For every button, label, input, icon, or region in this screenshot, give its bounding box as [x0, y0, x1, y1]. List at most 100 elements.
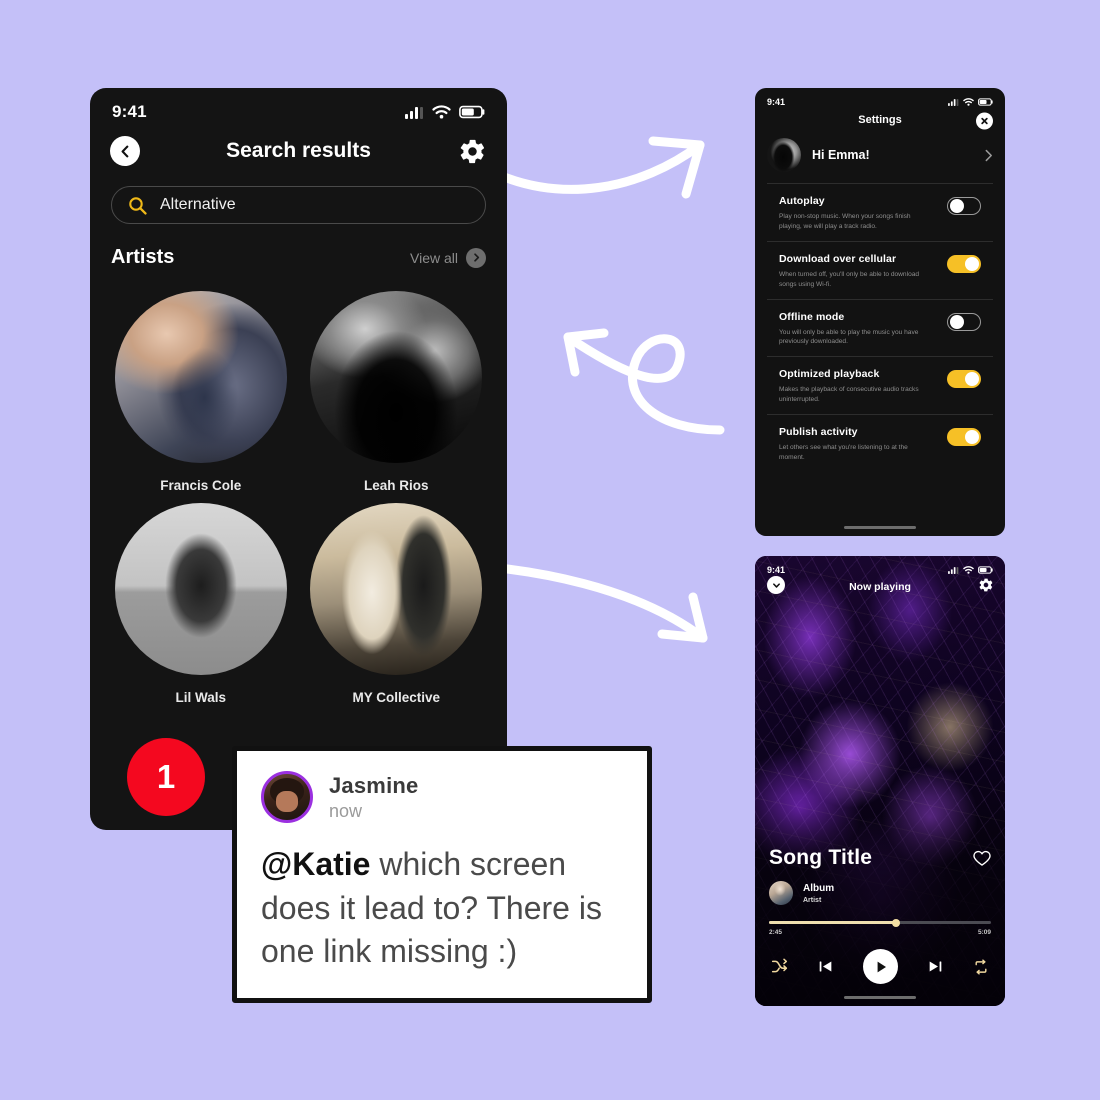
player-title: Now playing: [849, 581, 911, 593]
artist-name: Artist: [803, 896, 822, 904]
artist-card[interactable]: Francis Cole: [103, 291, 299, 493]
nav-bar: Search results: [90, 126, 507, 172]
comment-timestamp: now: [329, 800, 363, 821]
skip-previous-icon: [819, 961, 832, 972]
song-title: Song Title: [769, 846, 873, 869]
arrow-to-settings-head: [648, 136, 705, 199]
artists-section-header: Artists View all: [111, 246, 486, 269]
comment-mention[interactable]: @Katie: [261, 846, 370, 882]
wifi-icon: [963, 98, 974, 106]
artist-card[interactable]: Leah Rios: [299, 291, 495, 493]
setting-row-optimized-playback: Optimized playback Makes the playback of…: [767, 356, 993, 414]
elapsed-time: 2:45: [769, 929, 783, 936]
search-input[interactable]: Alternative: [111, 186, 486, 224]
comment-card: Jasmine now @Katie which screen does it …: [232, 746, 652, 1003]
toggle-offline-mode[interactable]: [947, 312, 981, 331]
setting-title: Offline mode: [779, 310, 845, 323]
player-settings-button[interactable]: [978, 577, 994, 593]
close-button[interactable]: [976, 112, 993, 129]
toggle-publish-activity[interactable]: [947, 428, 981, 447]
chevron-right-icon: [985, 149, 992, 161]
play-icon: [877, 961, 886, 972]
search-icon: [129, 196, 147, 215]
artist-name: Lil Wals: [175, 690, 226, 705]
song-row: Song Title: [769, 846, 991, 870]
profile-greeting: Hi Emma!: [812, 148, 870, 162]
setting-row-download-over-cellular: Download over cellular When turned off, …: [767, 240, 993, 299]
home-indicator: [844, 996, 916, 999]
cellular-signal-icon: [948, 567, 959, 574]
status-bar: 9:41: [755, 88, 1005, 109]
setting-row-publish-activity: Publish activity Let others see what you…: [767, 414, 993, 472]
arrow-loop-left-head: [563, 328, 609, 377]
progress-slider[interactable]: [769, 918, 991, 927]
toggle-optimized-playback[interactable]: [947, 370, 981, 389]
status-time: 9:41: [112, 102, 147, 121]
search-input-value: Alternative: [160, 196, 236, 213]
status-time: 9:41: [767, 565, 786, 575]
repeat-button[interactable]: [973, 958, 989, 975]
next-button[interactable]: [928, 959, 943, 974]
heart-outline-icon: [973, 850, 991, 866]
play-button[interactable]: [863, 949, 898, 984]
settings-title: Settings: [858, 114, 902, 126]
artist-photo: [114, 503, 287, 675]
skip-next-icon: [929, 961, 942, 972]
artist-photo: [310, 503, 483, 675]
wifi-icon: [963, 566, 974, 574]
artist-photo: [310, 291, 483, 463]
artist-name: MY Collective: [352, 690, 441, 705]
setting-title: Publish activity: [779, 426, 858, 439]
shuffle-button[interactable]: [771, 958, 788, 975]
battery-icon: [978, 98, 993, 106]
page-title: Search results: [226, 139, 371, 162]
toggle-download-over-cellular[interactable]: [947, 254, 981, 273]
player-controls: [769, 949, 991, 984]
setting-description: You will only be able to play the music …: [779, 328, 919, 346]
wifi-icon: [432, 105, 451, 119]
shuffle-icon: [771, 958, 788, 973]
arrow-to-player-head: [657, 592, 708, 643]
view-all-button[interactable]: View all: [410, 247, 486, 268]
avatar: [261, 771, 313, 823]
repeat-icon: [975, 958, 987, 975]
search-results-screen: 9:41 Search results Alternative Artists …: [90, 88, 507, 830]
gear-icon: [460, 139, 485, 163]
close-icon: [981, 117, 988, 124]
avatar: [767, 138, 801, 172]
setting-description: Play non-stop music. When your songs fin…: [779, 213, 911, 230]
back-button[interactable]: [110, 136, 140, 166]
cellular-signal-icon: [405, 107, 423, 119]
progress-thumb[interactable]: [891, 918, 900, 927]
remaining-time: 5:09: [977, 929, 991, 936]
status-bar: 9:41: [755, 556, 1005, 577]
step-badge[interactable]: 1: [127, 738, 205, 816]
artists-grid: Francis Cole Leah Rios Lil Wals MY Colle…: [103, 291, 494, 705]
artist-card[interactable]: MY Collective: [299, 503, 495, 705]
like-button[interactable]: [973, 850, 991, 867]
section-title: Artists: [111, 246, 175, 268]
toggle-autoplay[interactable]: [947, 197, 981, 215]
status-bar: 9:41: [90, 88, 507, 126]
setting-row-autoplay: Autoplay Play non-stop music. When your …: [767, 183, 993, 241]
setting-title: Download over cellular: [779, 252, 897, 265]
collapse-button[interactable]: [767, 576, 785, 594]
artist-card[interactable]: Lil Wals: [103, 503, 299, 705]
chevron-right-icon: [466, 247, 486, 268]
battery-icon: [459, 105, 485, 119]
setting-description: When turned off, you'll only be able to …: [779, 270, 920, 288]
setting-row-offline-mode: Offline mode You will only be able to pl…: [767, 298, 993, 357]
settings-button[interactable]: [458, 137, 487, 166]
album-row[interactable]: Album Artist: [769, 881, 991, 905]
profile-row[interactable]: Hi Emma!: [755, 132, 1005, 183]
album-thumbnail: [769, 881, 793, 905]
battery-icon: [978, 566, 993, 574]
artist-photo: [114, 291, 287, 463]
previous-button[interactable]: [818, 959, 833, 974]
comment-body: @Katie which screen does it lead to? The…: [261, 843, 623, 974]
progress-section: 2:45 5:09: [769, 918, 991, 936]
album-name: Album: [803, 882, 835, 894]
player-header: Now playing: [755, 576, 1005, 594]
comment-header: Jasmine now: [261, 771, 623, 823]
comment-author: Jasmine: [329, 772, 419, 798]
